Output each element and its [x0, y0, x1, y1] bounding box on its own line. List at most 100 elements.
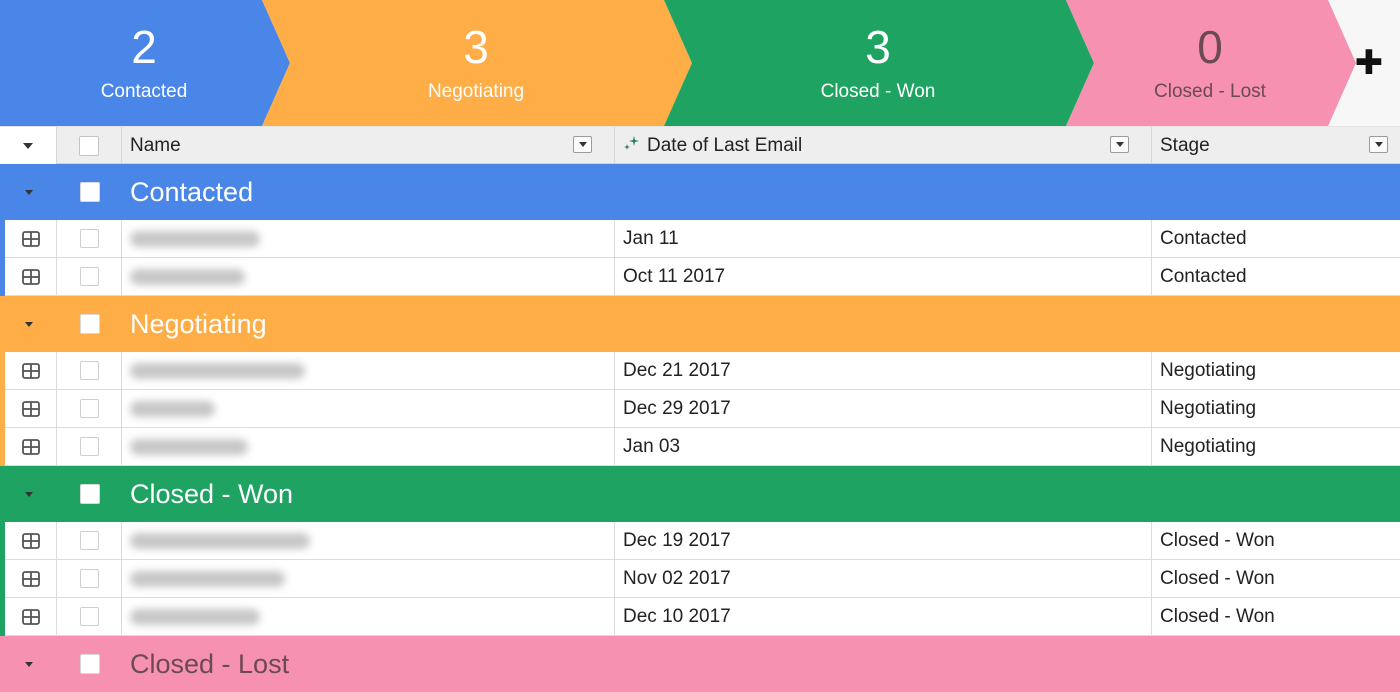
expand-row-button[interactable] [5, 258, 57, 295]
group-collapse-toggle[interactable] [0, 661, 57, 667]
table-row[interactable]: Jan 03 Negotiating [0, 428, 1400, 466]
table-row[interactable]: Oct 11 2017 Contacted [0, 258, 1400, 296]
row-select-checkbox[interactable] [79, 607, 99, 626]
name-cell[interactable] [122, 560, 615, 597]
group-select-checkbox[interactable] [79, 182, 100, 202]
group-select-checkbox[interactable] [79, 654, 100, 674]
chevron-down-icon [23, 142, 33, 149]
expand-row-button[interactable] [5, 390, 57, 427]
pipeline-bar: 2 Contacted 3 Negotiating 3 Closed - Won… [0, 0, 1400, 126]
group-select-cell [57, 314, 122, 334]
expand-row-button[interactable] [5, 428, 57, 465]
group-title: Contacted [130, 176, 254, 207]
group-menu-button[interactable] [0, 127, 57, 164]
stage-cell[interactable]: Negotiating [1152, 352, 1400, 389]
chevron-down-icon [578, 142, 587, 147]
table-row[interactable]: Dec 19 2017 Closed - Won [0, 522, 1400, 560]
expand-icon [21, 608, 40, 625]
redacted-name [130, 608, 260, 625]
expand-icon [21, 400, 40, 417]
chevron-down-icon [24, 321, 33, 327]
column-date-of-last-email[interactable]: Date of Last Email [615, 127, 1152, 164]
column-name-title: Name [130, 134, 181, 156]
date-cell[interactable]: Dec 21 2017 [615, 352, 1152, 389]
expand-row-button[interactable] [5, 352, 57, 389]
name-cell[interactable] [122, 258, 615, 295]
redacted-name [130, 230, 260, 247]
name-cell[interactable] [122, 428, 615, 465]
table-row[interactable]: Dec 29 2017 Negotiating [0, 390, 1400, 428]
group-header[interactable]: Closed - Lost [0, 636, 1400, 692]
stage-cell[interactable]: Contacted [1152, 220, 1400, 257]
row-select-checkbox[interactable] [79, 229, 99, 248]
date-cell[interactable]: Dec 19 2017 [615, 522, 1152, 559]
expand-row-button[interactable] [5, 560, 57, 597]
group-header[interactable]: Negotiating [0, 296, 1400, 352]
expand-icon [21, 268, 40, 285]
stage-cell[interactable]: Negotiating [1152, 390, 1400, 427]
row-select-checkbox[interactable] [79, 531, 99, 550]
column-date-title: Date of Last Email [647, 134, 803, 156]
stage-cell[interactable]: Negotiating [1152, 428, 1400, 465]
column-date-menu-button[interactable] [1110, 136, 1129, 153]
name-cell[interactable] [122, 598, 615, 635]
row-select-cell [57, 220, 122, 257]
redacted-name [130, 268, 245, 285]
group-header[interactable]: Contacted [0, 164, 1400, 220]
group-collapse-toggle[interactable] [0, 491, 57, 497]
stage-cell[interactable]: Closed - Won [1152, 560, 1400, 597]
date-cell[interactable]: Dec 10 2017 [615, 598, 1152, 635]
row-select-checkbox[interactable] [79, 267, 99, 286]
stage-count: 3 [463, 21, 489, 73]
date-cell[interactable]: Jan 03 [615, 428, 1152, 465]
group-collapse-toggle[interactable] [0, 189, 57, 195]
stage-cell[interactable]: Closed - Won [1152, 598, 1400, 635]
group-select-checkbox[interactable] [79, 484, 100, 504]
name-cell[interactable] [122, 220, 615, 257]
row-select-checkbox[interactable] [79, 361, 99, 380]
stage-closed-won[interactable]: 3 Closed - Won [690, 0, 1066, 126]
chevron-down-icon [24, 661, 33, 667]
date-cell[interactable]: Nov 02 2017 [615, 560, 1152, 597]
date-cell[interactable]: Dec 29 2017 [615, 390, 1152, 427]
expand-icon [21, 438, 40, 455]
add-stage-button[interactable]: ✚ [1338, 0, 1400, 126]
stage-negotiating[interactable]: 3 Negotiating [288, 0, 664, 126]
select-all-checkbox[interactable] [79, 135, 99, 156]
expand-row-button[interactable] [5, 220, 57, 257]
table-row[interactable]: Nov 02 2017 Closed - Won [0, 560, 1400, 598]
expand-row-button[interactable] [5, 598, 57, 635]
select-all-cell [57, 127, 122, 164]
table-row[interactable]: Dec 21 2017 Negotiating [0, 352, 1400, 390]
table-row[interactable]: Dec 10 2017 Closed - Won [0, 598, 1400, 636]
column-stage[interactable]: Stage [1152, 127, 1400, 164]
column-name-menu-button[interactable] [573, 136, 592, 153]
name-cell[interactable] [122, 352, 615, 389]
row-select-checkbox[interactable] [79, 569, 99, 588]
name-cell[interactable] [122, 522, 615, 559]
row-select-cell [57, 560, 122, 597]
column-name[interactable]: Name [122, 127, 615, 164]
row-select-cell [57, 258, 122, 295]
group-header[interactable]: Closed - Won [0, 466, 1400, 522]
group-select-cell [57, 182, 122, 202]
stage-contacted[interactable]: 2 Contacted [0, 0, 288, 126]
chevron-down-icon [1115, 142, 1124, 147]
row-select-checkbox[interactable] [79, 399, 99, 418]
table-row[interactable]: Jan 11 Contacted [0, 220, 1400, 258]
row-select-cell [57, 352, 122, 389]
date-cell[interactable]: Jan 11 [615, 220, 1152, 257]
stage-closed-lost[interactable]: 0 Closed - Lost [1092, 0, 1328, 126]
column-stage-menu-button[interactable] [1369, 136, 1388, 153]
chevron-down-icon [1374, 142, 1383, 147]
stage-cell[interactable]: Contacted [1152, 258, 1400, 295]
expand-icon [21, 532, 40, 549]
group-title: Negotiating [130, 308, 267, 339]
row-select-checkbox[interactable] [79, 437, 99, 456]
date-cell[interactable]: Oct 11 2017 [615, 258, 1152, 295]
stage-cell[interactable]: Closed - Won [1152, 522, 1400, 559]
group-collapse-toggle[interactable] [0, 321, 57, 327]
name-cell[interactable] [122, 390, 615, 427]
expand-row-button[interactable] [5, 522, 57, 559]
group-select-checkbox[interactable] [79, 314, 100, 334]
